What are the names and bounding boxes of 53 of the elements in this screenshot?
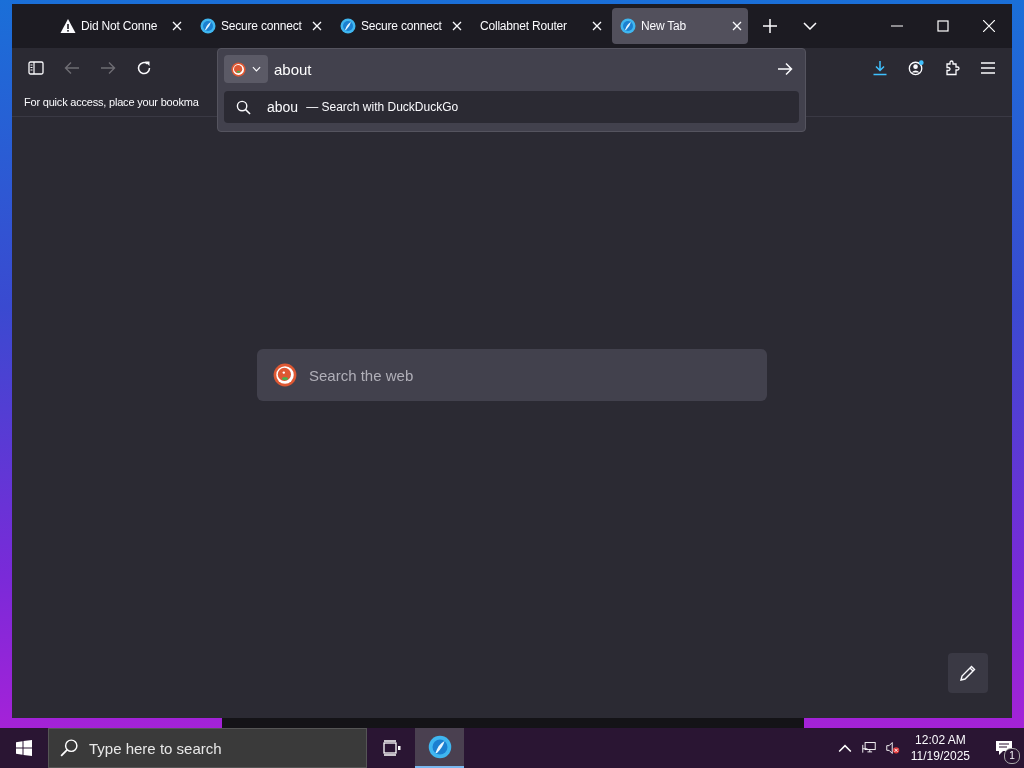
start-icon[interactable] xyxy=(16,740,32,756)
bookmarks-hint: For quick access, place your bookma xyxy=(24,96,199,108)
close-icon[interactable] xyxy=(983,20,995,32)
close-icon[interactable] xyxy=(732,21,742,31)
search-engine-button[interactable] xyxy=(224,55,268,83)
search-icon xyxy=(236,99,251,115)
pencil-icon xyxy=(959,664,977,682)
search-icon xyxy=(60,739,78,757)
chevron-down-icon[interactable] xyxy=(803,22,817,30)
globe-icon xyxy=(620,18,636,34)
tab-title: Did Not Conne xyxy=(81,19,159,33)
muted-speaker-icon[interactable] xyxy=(885,741,900,755)
suggestion-action: — Search with DuckDuckGo xyxy=(306,100,459,114)
account-icon[interactable] xyxy=(908,60,924,76)
tab-title: Secure connect xyxy=(221,19,303,33)
close-icon[interactable] xyxy=(592,21,602,31)
suggestion-item[interactable]: abou — Search with DuckDuckGo xyxy=(224,91,799,123)
maximize-icon[interactable] xyxy=(937,20,949,32)
browser-tab[interactable]: Secure connect xyxy=(332,8,468,44)
browser-tab[interactable]: New Tab xyxy=(612,8,748,44)
notification-count: 1 xyxy=(1004,748,1020,764)
network-icon[interactable] xyxy=(861,741,876,755)
warning-icon xyxy=(60,18,76,34)
menu-icon[interactable] xyxy=(980,60,996,76)
tab-title: Collabnet Router xyxy=(480,19,568,33)
browser-tab[interactable]: Collabnet Router xyxy=(472,8,608,44)
close-icon[interactable] xyxy=(312,21,322,31)
tab-title: Secure connect xyxy=(361,19,443,33)
reload-icon[interactable] xyxy=(136,60,152,76)
task-view-icon[interactable] xyxy=(383,740,401,756)
globe-icon xyxy=(200,18,216,34)
taskbar-search-field[interactable]: Type here to search xyxy=(48,728,367,768)
back-icon[interactable] xyxy=(64,60,80,76)
chevron-down-icon xyxy=(252,66,261,72)
browser-tab[interactable]: Did Not Conne xyxy=(52,8,188,44)
browser-taskbar-button[interactable] xyxy=(415,728,464,768)
clock-date: 11/19/2025 xyxy=(910,748,970,764)
browser-tab[interactable]: Secure connect xyxy=(192,8,328,44)
sidebar-icon[interactable] xyxy=(28,60,44,76)
download-icon[interactable] xyxy=(872,60,888,76)
globe-icon xyxy=(427,735,452,759)
suggestion-query: abou xyxy=(267,99,299,115)
new-tab-icon[interactable] xyxy=(763,19,777,33)
edit-button[interactable] xyxy=(948,653,988,693)
globe-icon xyxy=(340,18,356,34)
web-search-field[interactable]: Search the web xyxy=(257,349,767,401)
clock-time: 12:02 AM xyxy=(915,732,966,748)
close-icon[interactable] xyxy=(452,21,462,31)
forward-icon[interactable] xyxy=(100,60,116,76)
go-arrow-icon[interactable] xyxy=(777,61,793,77)
extensions-icon[interactable] xyxy=(944,60,960,76)
tab-title: New Tab xyxy=(641,19,688,33)
close-icon[interactable] xyxy=(172,21,182,31)
